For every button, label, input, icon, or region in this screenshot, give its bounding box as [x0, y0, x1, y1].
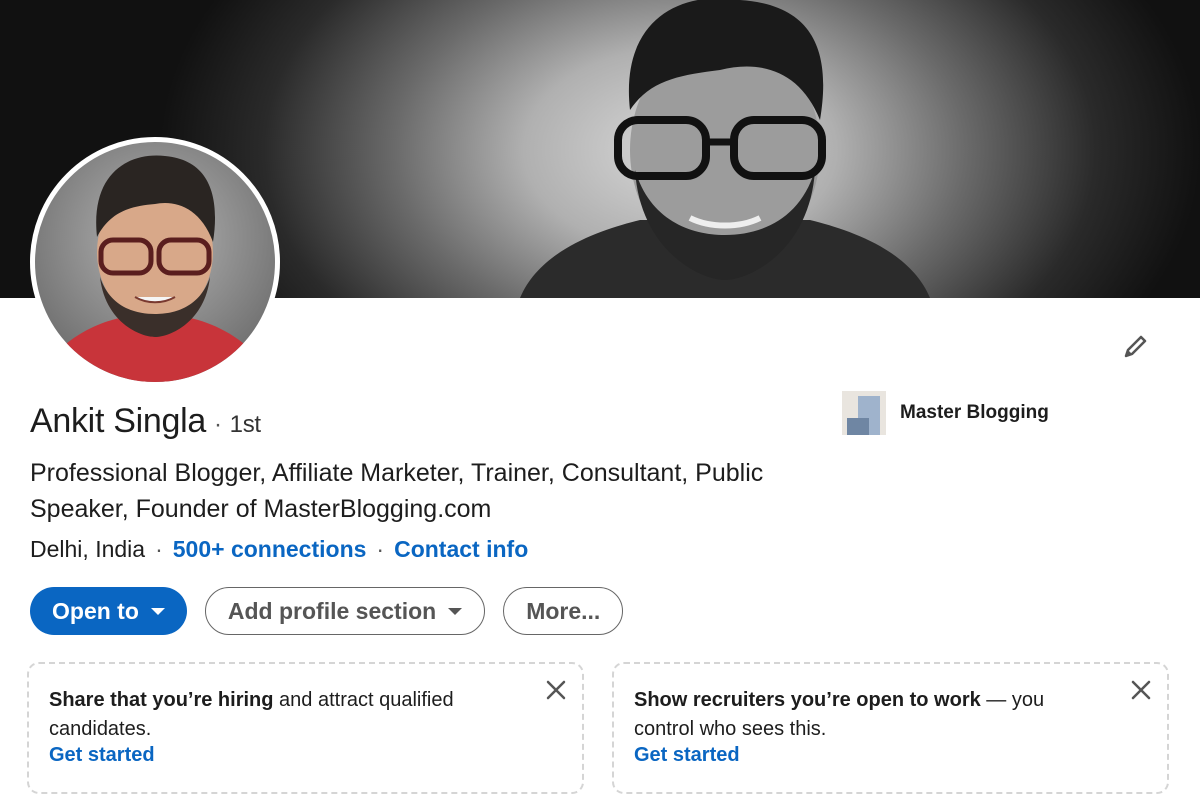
caret-down-icon	[150, 607, 165, 615]
cover-person-image	[520, 0, 930, 298]
company-logo-icon	[842, 391, 886, 435]
more-label: More...	[526, 597, 601, 624]
hiring-prompt-card: Share that you’re hiring and attract qua…	[27, 662, 584, 794]
add-profile-section-label: Add profile section	[227, 597, 437, 624]
profile-name: Ankit Singla	[30, 402, 206, 440]
separator-dot: ·	[155, 536, 163, 562]
connections-link[interactable]: 500+ connections	[173, 536, 367, 562]
close-icon[interactable]	[544, 678, 568, 702]
open-to-work-prompt-card: Show recruiters you’re open to work — yo…	[612, 662, 1169, 794]
card-text: Share that you’re hiring and attract qua…	[49, 686, 519, 744]
add-profile-section-button[interactable]: Add profile section	[204, 587, 486, 635]
open-to-label: Open to	[52, 597, 139, 624]
current-company[interactable]: Master Blogging	[842, 391, 1049, 435]
location-line: Delhi, India · 500+ connections · Contact in…	[30, 536, 528, 563]
profile-name-line: Ankit Singla · 1st	[30, 402, 261, 441]
connection-degree-badge: 1st	[229, 411, 261, 438]
more-button[interactable]: More...	[503, 587, 624, 635]
profile-actions: Open to Add profile section More...	[30, 587, 624, 635]
card-bold-text: Share that you’re hiring	[49, 689, 274, 711]
avatar-image	[35, 155, 275, 382]
profile-avatar[interactable]	[30, 137, 280, 387]
get-started-link[interactable]: Get started	[49, 744, 155, 767]
get-started-link[interactable]: Get started	[634, 744, 740, 767]
caret-down-icon	[448, 607, 463, 615]
edit-profile-pencil-icon[interactable]	[1118, 330, 1152, 364]
separator-dot: ·	[376, 536, 385, 562]
open-to-button[interactable]: Open to	[30, 587, 187, 635]
separator-dot: ·	[213, 411, 222, 438]
close-icon[interactable]	[1129, 678, 1153, 702]
contact-info-link[interactable]: Contact info	[394, 536, 528, 562]
location-text: Delhi, India	[30, 536, 146, 562]
card-bold-text: Show recruiters you’re open to work	[634, 689, 981, 711]
card-text: Show recruiters you’re open to work — yo…	[634, 686, 1104, 744]
company-name: Master Blogging	[900, 402, 1049, 423]
profile-headline: Professional Blogger, Affiliate Marketer…	[30, 459, 764, 523]
